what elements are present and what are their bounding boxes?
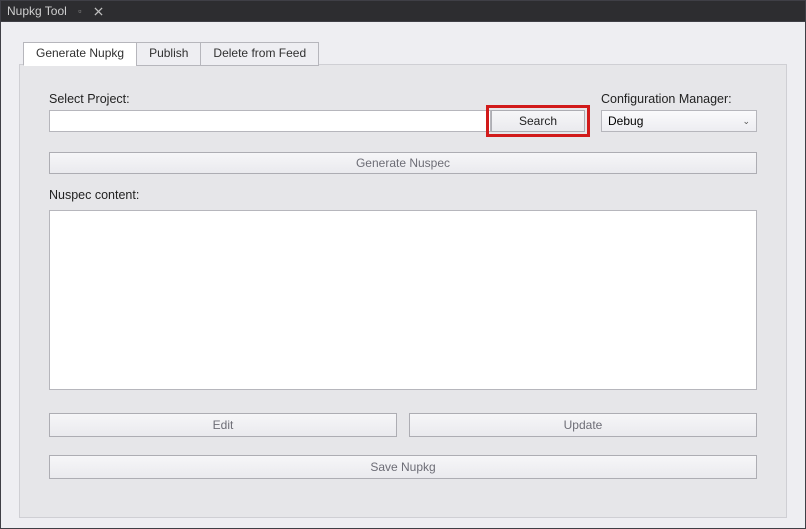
config-manager-label: Configuration Manager:	[601, 92, 757, 106]
pin-icon[interactable]: ▫	[75, 6, 85, 16]
tab-label: Publish	[149, 46, 188, 60]
search-button-wrap: Search	[491, 110, 585, 132]
project-config-row: Select Project: Search Configuration Man…	[49, 92, 757, 132]
save-nupkg-label: Save Nupkg	[370, 460, 435, 474]
window-title: Nupkg Tool	[7, 4, 67, 18]
save-row: Save Nupkg	[49, 455, 757, 479]
edit-update-row: Edit Update	[49, 413, 757, 437]
edit-button-label: Edit	[213, 418, 234, 432]
tab-generate-nupkg[interactable]: Generate Nupkg	[23, 42, 137, 66]
tab-publish[interactable]: Publish	[136, 42, 201, 66]
tab-delete-from-feed[interactable]: Delete from Feed	[200, 42, 319, 66]
tab-strip: Generate Nupkg Publish Delete from Feed	[23, 42, 787, 66]
project-column: Select Project: Search	[49, 92, 585, 132]
generate-nuspec-row: Generate Nuspec	[49, 152, 757, 174]
project-input-row: Search	[49, 110, 585, 132]
config-select-value: Debug	[608, 114, 643, 128]
client-area: Generate Nupkg Publish Delete from Feed …	[0, 22, 806, 529]
config-select[interactable]: Debug ⌄	[601, 110, 757, 132]
nuspec-content-section: Nuspec content:	[49, 188, 757, 393]
search-button-label: Search	[519, 114, 557, 128]
nuspec-content-label: Nuspec content:	[49, 188, 757, 202]
window-titlebar: Nupkg Tool ▫	[0, 0, 806, 22]
nuspec-content-textarea[interactable]	[49, 210, 757, 390]
tab-label: Delete from Feed	[213, 46, 306, 60]
update-button-label: Update	[564, 418, 603, 432]
generate-nuspec-button[interactable]: Generate Nuspec	[49, 152, 757, 174]
edit-button[interactable]: Edit	[49, 413, 397, 437]
config-column: Configuration Manager: Debug ⌄	[601, 92, 757, 132]
generate-panel: Select Project: Search Configuration Man…	[19, 64, 787, 518]
tab-label: Generate Nupkg	[36, 46, 124, 60]
close-icon[interactable]	[93, 5, 105, 17]
save-nupkg-button[interactable]: Save Nupkg	[49, 455, 757, 479]
generate-nuspec-label: Generate Nuspec	[356, 156, 450, 170]
search-button[interactable]: Search	[491, 110, 585, 132]
chevron-down-icon: ⌄	[742, 116, 750, 127]
update-button[interactable]: Update	[409, 413, 757, 437]
select-project-label: Select Project:	[49, 92, 585, 106]
project-path-input[interactable]	[49, 110, 491, 132]
